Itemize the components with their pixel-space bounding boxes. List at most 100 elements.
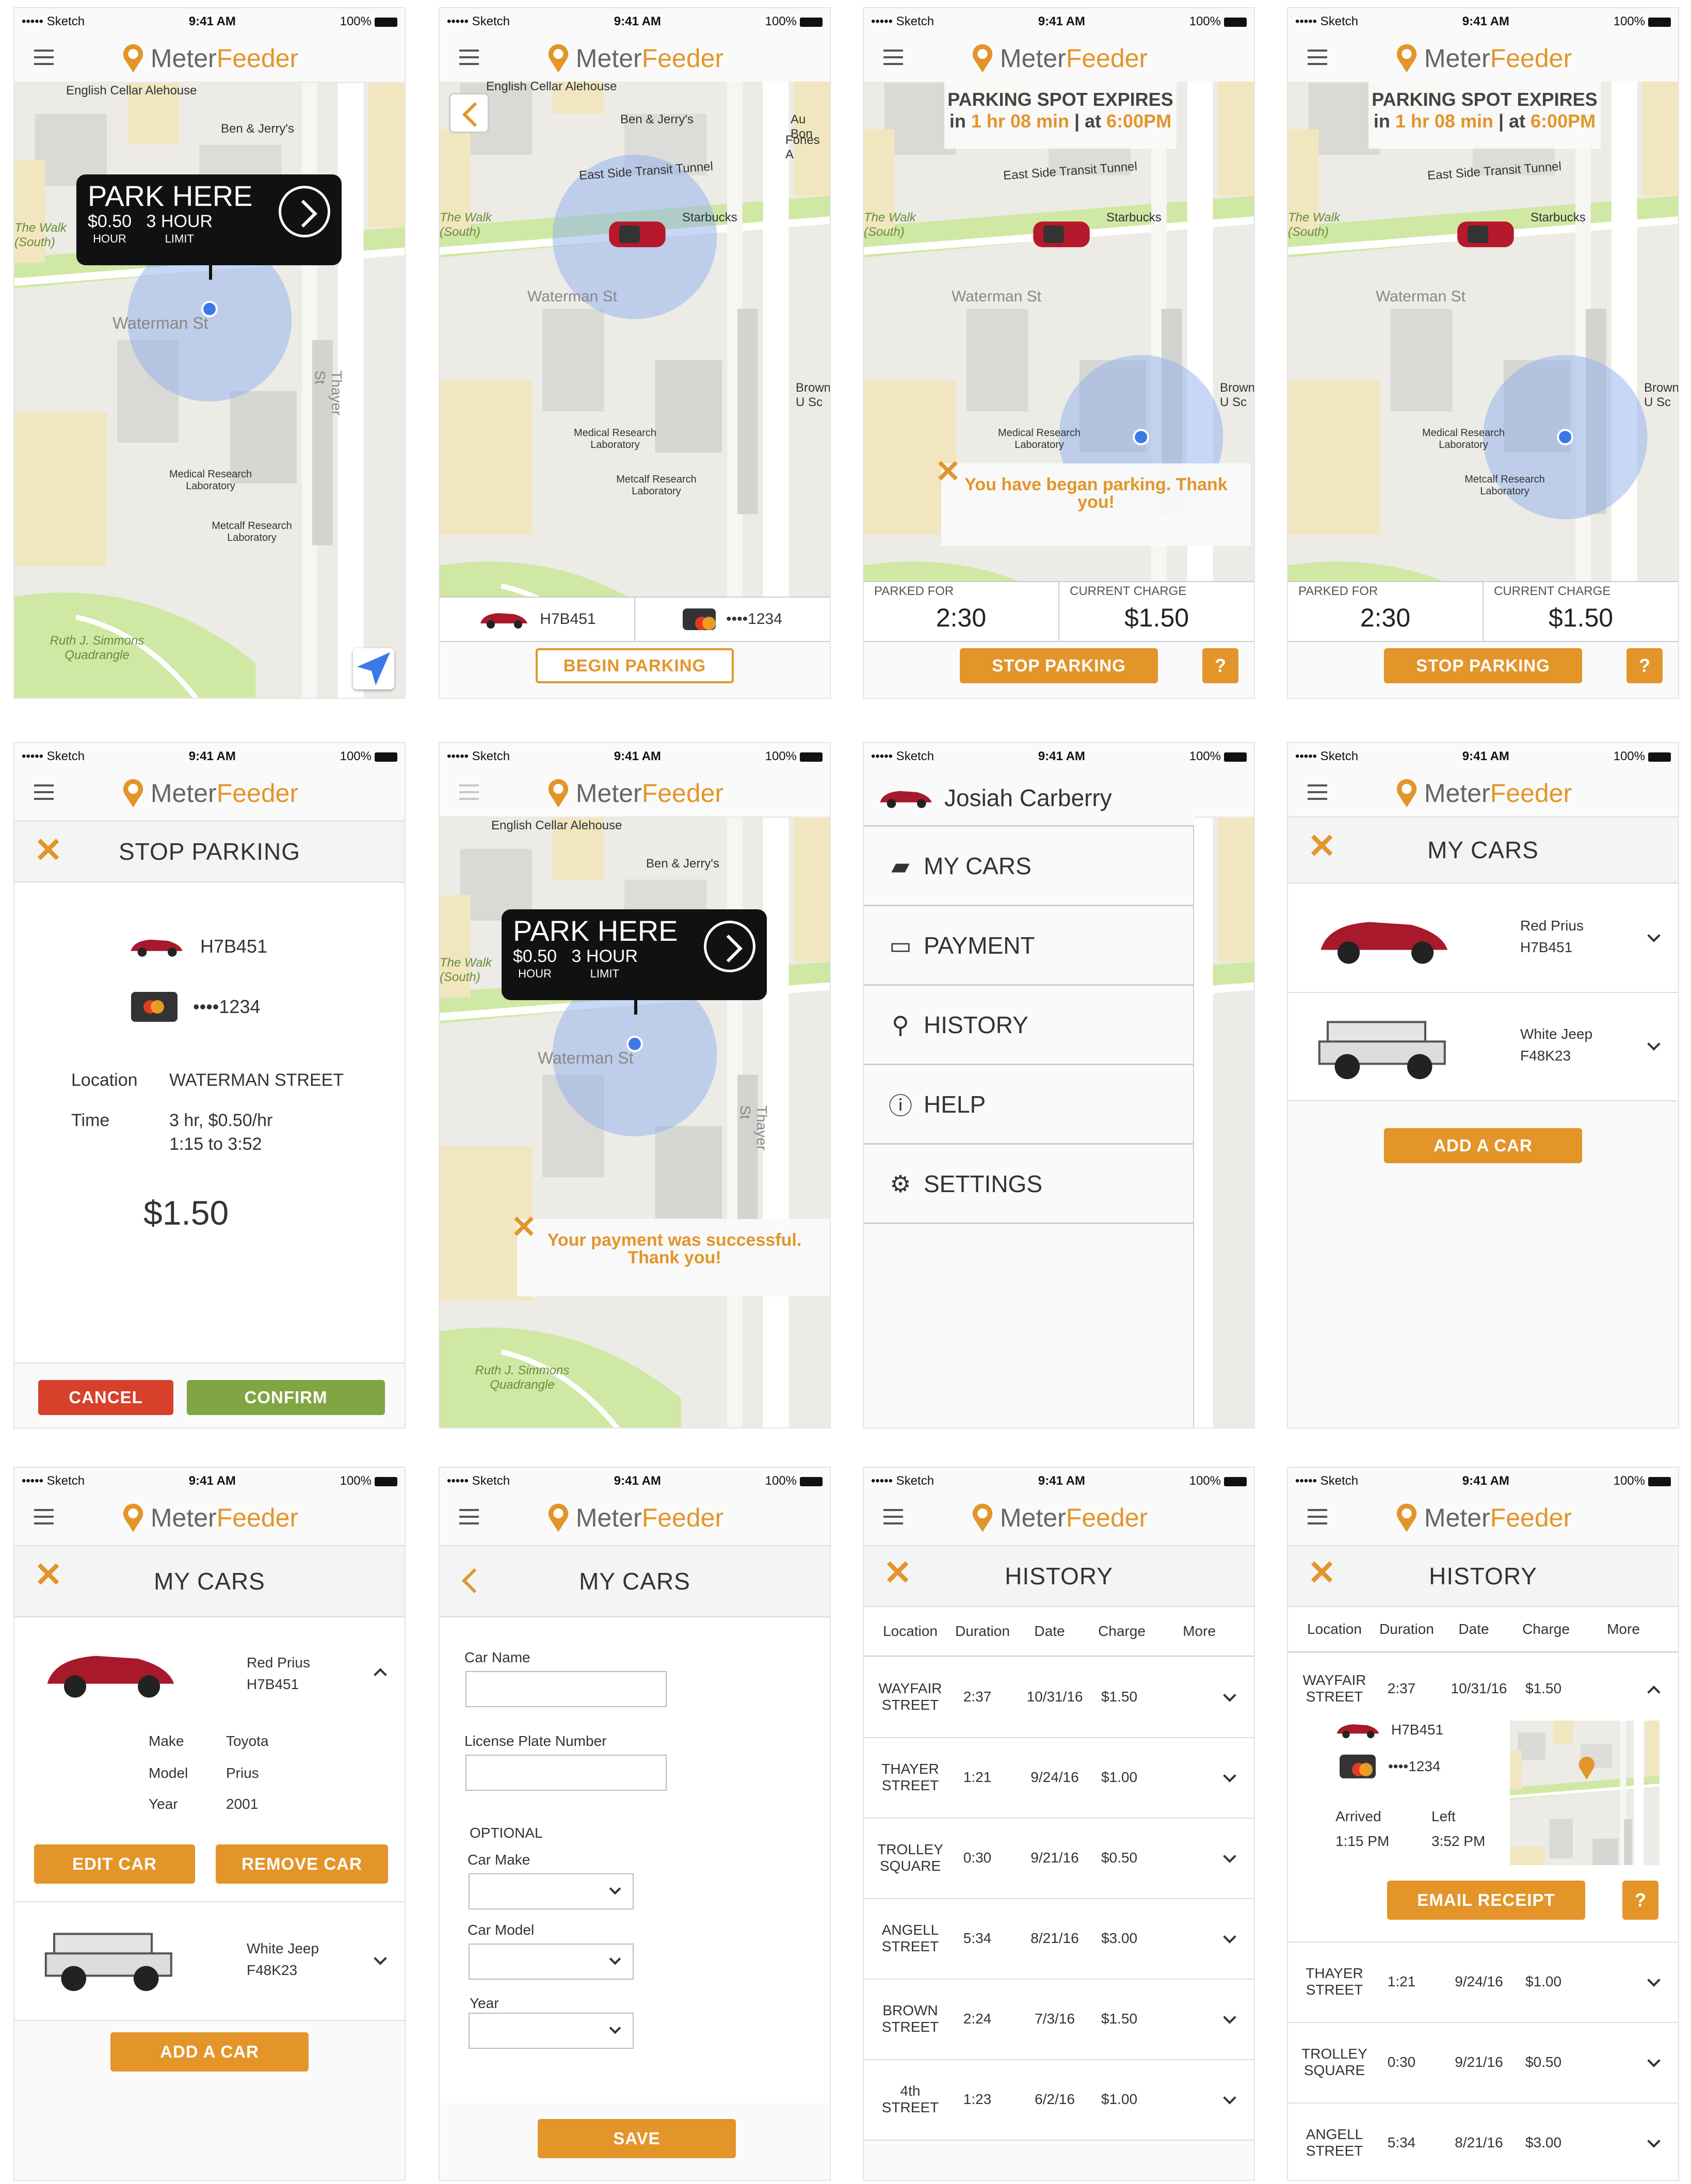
edit-car-button[interactable]: EDIT CAR	[34, 1844, 195, 1884]
table-row[interactable]: THAYER STREET 1:21 9/24/16 $1.00	[864, 1738, 1254, 1819]
chevron-down-icon[interactable]	[374, 1952, 387, 1965]
map-view[interactable]: English Cellar Alehouse Ben & Jerry's Wa…	[440, 816, 830, 1427]
map-label-ruth: Ruth J. Simmons Quadrangle	[50, 634, 144, 662]
chevron-down-icon[interactable]	[1223, 2091, 1236, 2105]
back-button[interactable]	[449, 93, 489, 133]
close-icon[interactable]: ✕	[1308, 1555, 1336, 1589]
stop-parking-button[interactable]: STOP PARKING	[960, 648, 1158, 683]
chevron-down-icon[interactable]	[1223, 1769, 1236, 1782]
car-name-label: Car Name	[464, 1649, 530, 1665]
screen-history: ••••• Sketch 9:41 AM 100% Meter Feeder ✕ HIS…	[863, 1467, 1255, 2181]
app-logo: Meter Feeder	[546, 778, 723, 809]
menu-item-history[interactable]: ⚲ HISTORY	[864, 986, 1194, 1065]
add-car-button[interactable]: ADD A CAR	[110, 2032, 309, 2071]
help-button[interactable]: ?	[1626, 648, 1663, 683]
hamburger-menu-icon[interactable]	[1308, 784, 1327, 800]
battery-icon	[375, 17, 397, 27]
hamburger-menu-icon[interactable]	[459, 1509, 479, 1524]
close-icon[interactable]: ✕	[1308, 829, 1336, 863]
begin-parking-button[interactable]: BEGIN PARKING	[536, 648, 734, 683]
chevron-down-icon[interactable]	[1647, 2054, 1661, 2067]
year-select[interactable]	[469, 2013, 634, 2049]
car-make-select[interactable]	[469, 1873, 634, 1909]
chevron-down-icon[interactable]	[1647, 1973, 1661, 1987]
chevron-down-icon[interactable]	[1223, 1689, 1236, 1702]
hamburger-menu-icon[interactable]	[34, 1509, 54, 1524]
help-button[interactable]: ?	[1622, 1881, 1658, 1920]
table-row[interactable]: 4th STREET 1:23 6/2/16 $1.00	[864, 2060, 1254, 2141]
chevron-up-icon[interactable]	[1647, 1685, 1661, 1699]
back-chevron-icon[interactable]	[461, 1568, 487, 1594]
map-view[interactable]: East Side Transit Tunnel Starbucks Water…	[864, 82, 1254, 597]
hamburger-menu-icon[interactable]	[883, 1509, 903, 1524]
map-view[interactable]: English Cellar Alehouse Ben & Jerry's Wa…	[14, 82, 405, 698]
row-date: 9/21/16	[1455, 2054, 1503, 2070]
hamburger-menu-icon[interactable]	[459, 784, 479, 800]
car-model-select[interactable]	[469, 1944, 634, 1980]
save-button[interactable]: SAVE	[538, 2119, 736, 2158]
hamburger-menu-icon[interactable]	[1308, 50, 1327, 65]
park-here-callout[interactable]: PARK HERE $0.50 HOUR 3 HOUR LIMIT	[502, 909, 767, 1015]
hamburger-menu-icon[interactable]	[34, 784, 54, 800]
cancel-button[interactable]: CANCEL	[38, 1380, 173, 1415]
hamburger-menu-icon[interactable]	[34, 50, 54, 65]
park-price-unit: HOUR	[93, 232, 126, 245]
stop-parking-button[interactable]: STOP PARKING	[1384, 648, 1582, 683]
table-row[interactable]: TROLLEY SQUARE 0:30 9/21/16 $0.50	[1288, 2023, 1678, 2103]
table-row[interactable]: TROLLEY SQUARE 0:30 9/21/16 $0.50	[864, 1819, 1254, 1899]
model-value: Prius	[226, 1765, 259, 1781]
add-car-button[interactable]: ADD A CAR	[1384, 1128, 1582, 1163]
email-receipt-button[interactable]: EMAIL RECEIPT	[1387, 1881, 1585, 1920]
chevron-right-circle-icon[interactable]	[279, 186, 330, 237]
parking-started-toast: ✕ You have began parking. Thank you!	[935, 456, 1251, 546]
car-row-red-prius-expanded: Red Prius H7B451 Make Toyota Model Prius…	[14, 1618, 405, 1902]
chevron-up-icon[interactable]	[374, 1668, 387, 1681]
map-label-thayer: Thayer St	[312, 371, 345, 416]
locate-button[interactable]	[353, 648, 394, 689]
car-name-input[interactable]	[465, 1671, 667, 1707]
help-button[interactable]: ?	[1202, 648, 1238, 683]
table-row[interactable]: ANGELL STREET 5:34 8/21/16 $3.00	[864, 1899, 1254, 1980]
table-row[interactable]: ANGELL STREET 5:34 8/21/16 $3.00	[1288, 2103, 1678, 2180]
table-row[interactable]: BROWN STREET 2:24 7/3/16 $1.50	[864, 1980, 1254, 2060]
menu-item-my-cars[interactable]: ▰ MY CARS	[864, 827, 1194, 906]
car-selector[interactable]: H7B451	[440, 598, 635, 641]
status-bar: ••••• Sketch 9:41 AM 100%	[864, 743, 1254, 770]
close-icon[interactable]: ✕	[34, 1557, 63, 1592]
close-toast-icon[interactable]: ✕	[511, 1212, 537, 1243]
row-charge: $1.00	[1525, 1973, 1562, 1989]
chevron-down-icon[interactable]	[1647, 929, 1661, 942]
car-row-red-prius[interactable]: Red Prius H7B451	[1288, 885, 1678, 993]
menu-item-help[interactable]: ⓘ HELP	[864, 1065, 1194, 1145]
park-here-callout[interactable]: PARK HERE $0.50 HOUR 3 HOUR LIMIT	[76, 174, 342, 280]
chevron-down-icon[interactable]	[1223, 1850, 1236, 1863]
chevron-down-icon[interactable]	[1647, 1037, 1661, 1051]
close-icon[interactable]: ✕	[34, 833, 63, 867]
chevron-down-icon[interactable]	[1223, 2011, 1236, 2024]
remove-car-button[interactable]: REMOVE CAR	[216, 1844, 388, 1884]
table-row[interactable]: THAYER STREET 1:21 9/24/16 $1.00	[1288, 1942, 1678, 2023]
car-row-white-jeep[interactable]: White Jeep F48K23	[14, 1902, 405, 2021]
close-icon[interactable]: ✕	[883, 1555, 912, 1589]
table-row[interactable]: WAYFAIR STREET 2:37 10/31/16 $1.50	[864, 1658, 1254, 1738]
column-header-date: Date	[1034, 1623, 1065, 1639]
chevron-down-icon[interactable]	[1223, 1930, 1236, 1944]
chevron-down-icon[interactable]	[1647, 2134, 1661, 2148]
map-label-medical: Medical Research Laboratory	[169, 469, 252, 492]
menu-item-label: HELP	[924, 1090, 986, 1118]
menu-item-payment[interactable]: ▭ PAYMENT	[864, 906, 1194, 986]
hamburger-menu-icon[interactable]	[459, 50, 479, 65]
menu-item-settings[interactable]: ⚙ SETTINGS	[864, 1145, 1194, 1224]
hamburger-menu-icon[interactable]	[883, 50, 903, 65]
plate-input[interactable]	[465, 1755, 667, 1791]
hamburger-menu-icon[interactable]	[1308, 1509, 1327, 1524]
confirm-button[interactable]: CONFIRM	[187, 1380, 385, 1415]
car-row-white-jeep[interactable]: White Jeep F48K23	[1288, 993, 1678, 1101]
park-limit: 3 HOUR	[146, 212, 213, 231]
map-view[interactable]: East Side Transit Tunnel Starbucks Water…	[1288, 82, 1678, 597]
close-toast-icon[interactable]: ✕	[935, 456, 961, 487]
card-selector[interactable]: ••••1234	[635, 598, 830, 641]
map-view[interactable]: English Cellar Alehouse Ben & Jerry's Ea…	[440, 82, 830, 597]
chevron-right-circle-icon[interactable]	[704, 921, 755, 972]
logo-pin-icon	[123, 44, 143, 73]
